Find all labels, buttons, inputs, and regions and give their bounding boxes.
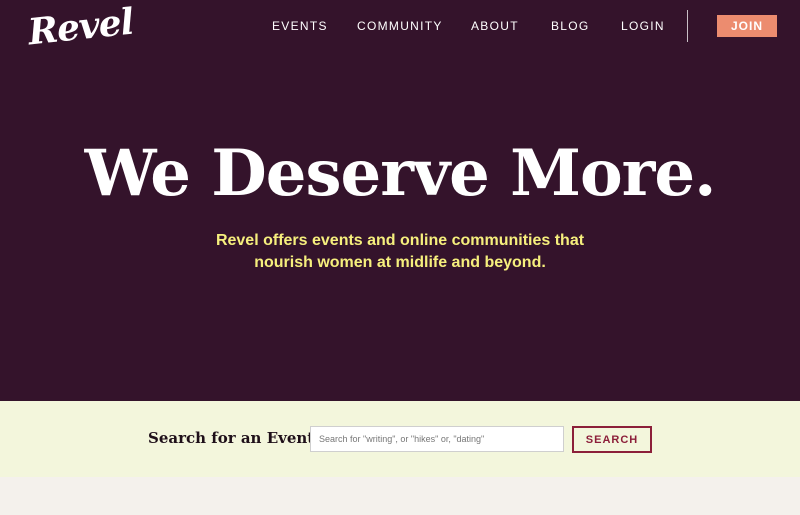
event-search-bar: Search for an Event SEARCH: [0, 401, 800, 477]
page: Revel EVENTS COMMUNITY ABOUT BLOG LOGIN …: [0, 0, 800, 515]
hero-headline: We Deserve More.: [84, 136, 717, 211]
search-input[interactable]: [310, 426, 564, 452]
nav-login[interactable]: LOGIN: [621, 18, 665, 34]
search-title: Search for an Event: [148, 429, 315, 447]
main-nav: EVENTS COMMUNITY ABOUT BLOG LOGIN: [0, 18, 800, 36]
nav-blog[interactable]: BLOG: [551, 18, 590, 34]
hero-subtext-line-2: nourish women at midlife and beyond.: [254, 254, 546, 271]
hero-section: Revel EVENTS COMMUNITY ABOUT BLOG LOGIN …: [0, 0, 800, 401]
nav-divider: [687, 10, 688, 42]
search-button[interactable]: SEARCH: [572, 426, 652, 453]
nav-community[interactable]: COMMUNITY: [357, 18, 443, 34]
hero-subtext: Revel offers events and online communiti…: [0, 230, 800, 274]
join-button[interactable]: JOIN: [717, 15, 777, 37]
hero-subtext-line-1: Revel offers events and online communiti…: [215, 232, 585, 249]
nav-events[interactable]: EVENTS: [272, 18, 328, 34]
nav-about[interactable]: ABOUT: [471, 18, 519, 34]
